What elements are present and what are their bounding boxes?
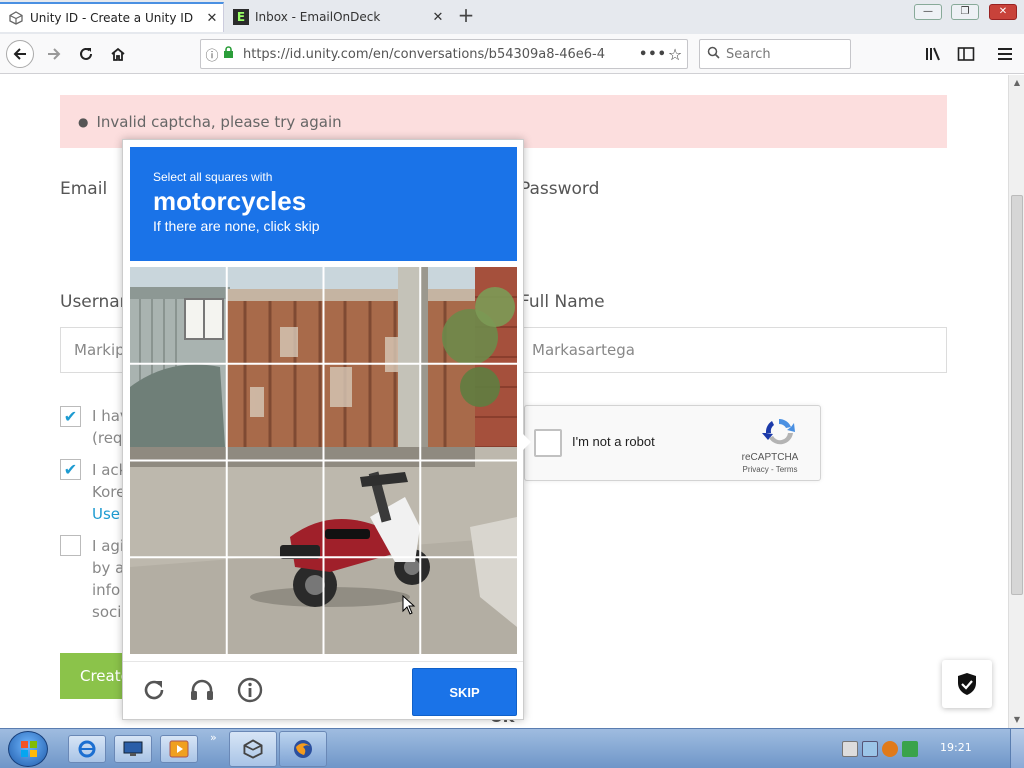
menu-hamburger-icon[interactable] [993, 42, 1017, 66]
terms-link[interactable]: Terms [776, 465, 798, 474]
back-button[interactable] [6, 40, 34, 68]
taskbar-clock[interactable]: 19:21 [940, 741, 972, 754]
recaptcha-widget: I'm not a robot reCAPTCHA Privacy - Term… [524, 405, 821, 481]
recaptcha-label: I'm not a robot [572, 434, 655, 449]
browser-window: Unity ID - Create a Unity ID ✕ E Inbox -… [0, 0, 1024, 768]
show-desktop-quicklaunch-icon[interactable] [114, 735, 152, 763]
info-challenge-icon[interactable] [236, 676, 264, 704]
marketing-text: I agi by a info soci [92, 537, 125, 621]
challenge-instruction: Select all squares with [153, 170, 273, 184]
recaptcha-logo-icon [762, 419, 795, 445]
page-scrollbar[interactable]: ▲ ▼ [1008, 75, 1024, 728]
minimize-button[interactable]: — [914, 4, 942, 20]
taskbar-firefox-button[interactable] [279, 731, 327, 767]
alert-text: Invalid captcha, please try again [96, 112, 342, 131]
taskbar-overflow-icon[interactable]: » [210, 731, 217, 744]
search-placeholder: Search [726, 46, 771, 62]
new-tab-button[interactable]: + [454, 4, 478, 28]
maximize-button[interactable]: ❐ [951, 4, 979, 20]
windows-taskbar: » 19:21 [0, 728, 1024, 768]
recaptcha-checkbox[interactable] [534, 429, 562, 457]
captcha-challenge-popup: Select all squares with motorcycles If t… [122, 139, 531, 720]
tab-bar: Unity ID - Create a Unity ID ✕ E Inbox -… [0, 0, 1024, 34]
street-scene-image [130, 267, 517, 654]
lock-icon [223, 46, 239, 62]
scroll-thumb[interactable] [1011, 195, 1023, 595]
reload-button[interactable] [72, 40, 100, 68]
page-actions-icon[interactable]: ••• [639, 47, 666, 62]
challenge-header: Select all squares with motorcycles If t… [130, 147, 517, 261]
reload-icon [80, 47, 92, 60]
bookmark-star-icon[interactable]: ☆ [663, 45, 687, 64]
tray-security-icon[interactable] [902, 741, 918, 757]
reload-challenge-icon[interactable] [140, 676, 168, 704]
search-icon [700, 46, 726, 63]
window-close-button[interactable]: ✕ [989, 4, 1017, 20]
sidebar-icon[interactable] [954, 42, 978, 66]
home-icon [111, 47, 125, 61]
tab-title: Unity ID - Create a Unity ID [30, 11, 194, 25]
tab-unity-id[interactable]: Unity ID - Create a Unity ID ✕ [0, 2, 224, 32]
bullet-icon: ● [78, 114, 89, 129]
internet-explorer-icon[interactable] [68, 735, 106, 763]
challenge-footer: SKIP [123, 661, 523, 720]
forward-button[interactable] [40, 40, 68, 68]
library-icon[interactable] [922, 42, 946, 66]
fullname-label: Full Name [520, 292, 605, 312]
taskbar-unity-button[interactable] [229, 731, 277, 767]
show-desktop-button[interactable] [1010, 729, 1024, 768]
back-arrow-icon [13, 48, 26, 60]
password-label: Password [520, 179, 600, 199]
close-tab-icon[interactable]: ✕ [427, 10, 449, 25]
popup-arrow [523, 434, 531, 450]
search-bar[interactable]: Search [699, 39, 851, 69]
tab-emailondeck[interactable]: E Inbox - EmailOnDeck ✕ [225, 2, 449, 32]
challenge-image-grid[interactable] [130, 267, 517, 654]
tray-network-icon[interactable] [862, 741, 878, 757]
tab-title: Inbox - EmailOnDeck [255, 10, 381, 24]
scroll-up-icon[interactable]: ▲ [1009, 75, 1024, 91]
recaptcha-links: Privacy - Terms [742, 465, 798, 474]
address-bar[interactable]: ⓘ https://id.unity.com/en/conversations/… [200, 39, 688, 69]
marketing-checkbox[interactable] [60, 535, 81, 556]
unity-cube-icon [8, 10, 24, 26]
media-player-icon[interactable] [160, 735, 198, 763]
system-tray [842, 733, 932, 765]
challenge-target: motorcycles [153, 186, 307, 216]
forward-arrow-icon [48, 48, 61, 60]
navigation-bar: ⓘ https://id.unity.com/en/conversations/… [0, 34, 1024, 74]
close-tab-icon[interactable]: ✕ [201, 11, 223, 26]
info-icon[interactable]: ⓘ [201, 45, 223, 64]
windows-start-button[interactable] [8, 731, 48, 767]
tray-search-icon[interactable] [882, 741, 898, 757]
tray-window-icon[interactable] [842, 741, 858, 757]
page-content: ● Invalid captcha, please try again Emai… [0, 75, 1008, 728]
windows-logo-icon [21, 741, 37, 757]
email-label: Email [60, 179, 108, 199]
url-text: https://id.unity.com/en/conversations/b5… [243, 46, 605, 62]
shield-check-icon [958, 673, 976, 695]
privacy-shield-button[interactable] [942, 660, 992, 708]
scroll-down-icon[interactable]: ▼ [1009, 712, 1024, 728]
home-button[interactable] [104, 40, 132, 68]
skip-button[interactable]: SKIP [412, 668, 517, 716]
acknowledge-checkbox[interactable]: ✔ [60, 459, 81, 480]
fullname-field[interactable]: Markasartega [518, 327, 947, 373]
audio-challenge-icon[interactable] [188, 676, 216, 704]
privacy-link[interactable]: Privacy [743, 465, 769, 474]
recaptcha-brand: reCAPTCHA [741, 452, 799, 463]
mouse-cursor-icon [402, 595, 416, 615]
terms-checkbox[interactable]: ✔ [60, 406, 81, 427]
challenge-hint: If there are none, click skip [153, 218, 320, 234]
emailondeck-e-icon: E [233, 9, 249, 25]
